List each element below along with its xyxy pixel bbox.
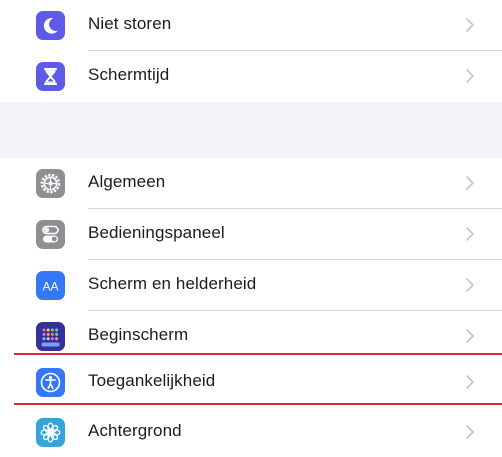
settings-group-general: Algemeen Bedieningspaneel AA Scherm en h… [0,158,502,448]
settings-row-label: Schermtijd [88,65,170,84]
chevron-right-icon [465,373,475,391]
flower-icon [36,418,65,447]
settings-row-algemeen[interactable]: Algemeen [0,158,502,208]
settings-screen: Niet storen Schermtijd Algemeen Bedienin… [0,0,502,448]
settings-row-scherm-en-helderheid[interactable]: AA Scherm en helderheid [0,260,502,310]
settings-row-bedieningspaneel[interactable]: Bedieningspaneel [0,209,502,259]
text-size-icon: AA [36,271,65,300]
settings-row-achtergrond[interactable]: Achtergrond [0,407,502,457]
chevron-right-icon [465,327,475,345]
settings-row-label: Achtergrond [88,421,182,440]
moon-icon [36,11,65,40]
settings-row-niet-storen[interactable]: Niet storen [0,0,502,50]
settings-row-label: Niet storen [88,14,172,33]
settings-row-label: Beginscherm [88,325,189,344]
highlight-line-top [14,353,502,355]
settings-group-focus: Niet storen Schermtijd [0,0,502,100]
settings-row-toegankelijkheid[interactable]: Toegankelijkheid [0,357,502,407]
settings-row-schermtijd[interactable]: Schermtijd [0,51,502,101]
settings-row-label: Algemeen [88,172,166,191]
settings-row-label: Bedieningspaneel [88,223,225,242]
hourglass-icon [36,62,65,91]
chevron-right-icon [465,423,475,441]
chevron-right-icon [465,174,475,192]
settings-row-label: Toegankelijkheid [88,371,216,390]
toggle-switches-icon [36,220,65,249]
chevron-right-icon [465,16,475,34]
highlight-line-bottom [14,403,502,405]
app-grid-icon [36,322,65,351]
gear-icon [36,169,65,198]
chevron-right-icon [465,67,475,85]
chevron-right-icon [465,276,475,294]
accessibility-icon [36,368,65,397]
group-spacer [0,102,502,158]
settings-row-label: Scherm en helderheid [88,274,257,293]
text-size-glyph: AA [42,280,58,294]
chevron-right-icon [465,225,475,243]
